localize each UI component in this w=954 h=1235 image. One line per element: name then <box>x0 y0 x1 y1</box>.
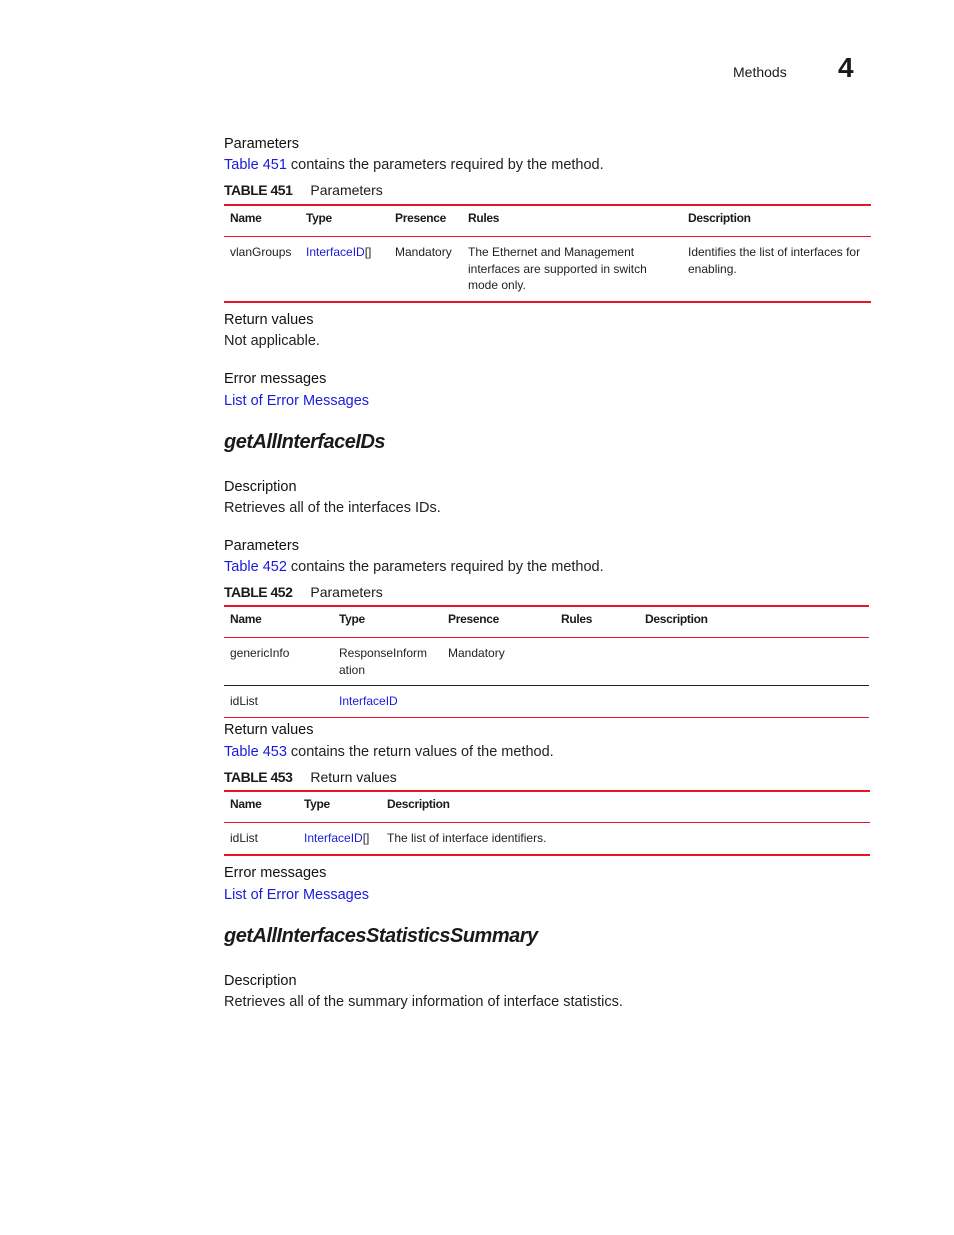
parameters-heading: Parameters <box>224 136 299 152</box>
table-header-row: Name Type Presence Rules Description <box>224 205 871 237</box>
table-453: Name Type Description idList InterfaceID… <box>224 790 870 856</box>
col-name: Name <box>230 211 262 225</box>
cell-name: genericInfo <box>230 646 290 660</box>
return-values-intro: Table 453 contains the return values of … <box>224 744 554 760</box>
description-heading: Description <box>224 479 297 495</box>
table-row: vlanGroups InterfaceID[] Mandatory The E… <box>224 237 871 302</box>
table-row: idList InterfaceID <box>224 686 869 718</box>
cell-name: idList <box>230 831 259 845</box>
method-title: getAllInterfaceIDs <box>224 431 386 453</box>
table-label: TABLE 452 <box>224 584 293 600</box>
col-type: Type <box>306 211 332 225</box>
table-header-row: Name Type Description <box>224 791 870 823</box>
table-header-row: Name Type Presence Rules Description <box>224 606 869 638</box>
parameters-intro-text: contains the parameters required by the … <box>286 559 604 575</box>
type-link[interactable]: InterfaceID <box>339 694 398 708</box>
method-title: getAllInterfacesStatisticsSummary <box>224 925 538 947</box>
parameters-intro: Table 451 contains the parameters requir… <box>224 157 604 173</box>
col-name: Name <box>230 612 262 626</box>
cell-type: ResponseInform ation <box>339 646 428 677</box>
table-452: Name Type Presence Rules Description gen… <box>224 605 869 718</box>
col-type: Type <box>339 612 365 626</box>
table-title: Parameters <box>310 182 383 198</box>
table-title: Parameters <box>310 584 383 600</box>
description-text: Retrieves all of the summary information… <box>224 994 623 1010</box>
col-rules: Rules <box>468 211 500 225</box>
col-description: Description <box>645 612 708 626</box>
cell-type: InterfaceID[] <box>298 823 381 855</box>
table-453-link[interactable]: Table 453 <box>224 744 287 760</box>
type-link[interactable]: InterfaceID <box>304 831 363 845</box>
table-451: Name Type Presence Rules Description vla… <box>224 204 871 303</box>
error-messages-heading: Error messages <box>224 865 327 881</box>
error-messages-heading: Error messages <box>224 371 327 387</box>
description-text: Retrieves all of the interfaces IDs. <box>224 500 441 516</box>
return-values-intro-text: contains the return values of the method… <box>286 744 554 760</box>
table-row: idList InterfaceID[] The list of interfa… <box>224 823 870 855</box>
cell-type: InterfaceID[] <box>300 237 389 302</box>
cell-description: Identifies the list of interfaces for en… <box>688 245 861 276</box>
cell-description: The list of interface identifiers. <box>387 831 547 845</box>
cell-presence: Mandatory <box>395 245 452 259</box>
cell-type: InterfaceID <box>333 686 442 718</box>
col-description: Description <box>688 211 751 225</box>
cell-rules <box>555 638 639 686</box>
col-rules: Rules <box>561 612 593 626</box>
table-451-link[interactable]: Table 451 <box>224 157 287 173</box>
table-452-caption: TABLE 452 Parameters <box>224 584 383 600</box>
col-description: Description <box>387 797 450 811</box>
type-link[interactable]: InterfaceID <box>306 245 365 259</box>
table-title: Return values <box>310 769 397 785</box>
table-451-caption: TABLE 451 Parameters <box>224 182 383 198</box>
table-label: TABLE 451 <box>224 182 293 198</box>
running-header-section: Methods <box>733 64 787 80</box>
return-values-text: Not applicable. <box>224 333 320 349</box>
col-name: Name <box>230 797 262 811</box>
parameters-intro: Table 452 contains the parameters requir… <box>224 559 604 575</box>
return-values-heading: Return values <box>224 312 314 328</box>
return-values-heading: Return values <box>224 722 314 738</box>
type-suffix: [] <box>362 831 370 845</box>
cell-rules: The Ethernet and Management interfaces a… <box>468 245 647 292</box>
table-452-link[interactable]: Table 452 <box>224 559 287 575</box>
type-suffix: [] <box>364 245 372 259</box>
parameters-heading: Parameters <box>224 538 299 554</box>
chapter-number: 4 <box>838 52 854 83</box>
cell-rules <box>555 686 639 718</box>
cell-presence <box>442 686 555 718</box>
cell-name: idList <box>230 694 259 708</box>
error-messages-link[interactable]: List of Error Messages <box>224 887 369 903</box>
col-presence: Presence <box>448 612 499 626</box>
cell-description <box>639 686 869 718</box>
col-presence: Presence <box>395 211 446 225</box>
parameters-intro-text: contains the parameters required by the … <box>286 157 604 173</box>
cell-name: vlanGroups <box>230 245 292 259</box>
description-heading: Description <box>224 973 297 989</box>
col-type: Type <box>304 797 330 811</box>
cell-presence: Mandatory <box>448 646 505 660</box>
error-messages-link[interactable]: List of Error Messages <box>224 393 369 409</box>
table-453-caption: TABLE 453 Return values <box>224 769 397 785</box>
cell-description <box>639 638 869 686</box>
table-label: TABLE 453 <box>224 769 293 785</box>
table-row: genericInfo ResponseInform ation Mandato… <box>224 638 869 686</box>
